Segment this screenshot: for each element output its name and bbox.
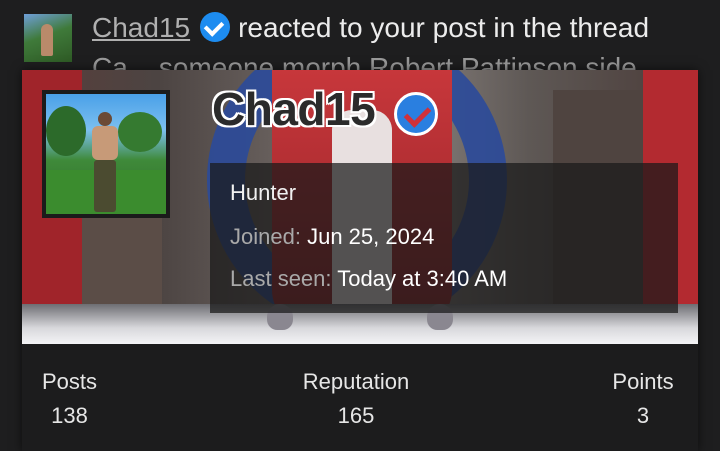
- notification-row[interactable]: Chad15 reacted to your post in the thread…: [0, 0, 720, 70]
- profile-avatar[interactable]: [42, 90, 170, 218]
- last-seen: Last seen: Today at 3:40 AM: [230, 265, 507, 293]
- stat-value: 165: [337, 403, 375, 428]
- stat-label: Posts: [42, 369, 98, 394]
- notification-action-text: reacted to your post in the thread: [238, 12, 650, 43]
- profile-banner: Chad15 Hunter Joined: Jun 25, 2024 Last …: [22, 70, 698, 344]
- verified-badge-icon: [394, 92, 438, 136]
- notification-text: Chad15 reacted to your post in the thread: [92, 10, 712, 46]
- stat-value: 3: [636, 403, 650, 428]
- stat-posts[interactable]: Posts 138: [42, 368, 97, 430]
- stat-reputation[interactable]: Reputation 165: [298, 368, 414, 430]
- joined-date: Joined: Jun 25, 2024: [230, 223, 434, 251]
- verified-badge-icon: [200, 12, 231, 42]
- avatar-figure: [41, 24, 53, 56]
- user-title: Hunter: [230, 180, 297, 205]
- profile-stats: Posts 138 Reputation 165 Points 3: [22, 344, 698, 451]
- profile-username[interactable]: Chad15: [212, 82, 376, 136]
- stat-label: Points: [612, 369, 674, 394]
- joined-value: Jun 25, 2024: [307, 224, 435, 249]
- notification-username-link[interactable]: Chad15: [92, 12, 190, 43]
- notification-avatar[interactable]: [24, 14, 72, 62]
- notification-thread-link[interactable]: Ca... someone morph Robert Pattinson sid…: [92, 50, 692, 70]
- stat-label: Reputation: [302, 369, 410, 394]
- last-seen-value: Today at 3:40 AM: [337, 266, 508, 291]
- stat-points[interactable]: Points 3: [608, 368, 678, 430]
- stat-value: 138: [51, 403, 88, 428]
- profile-info-panel: Hunter Joined: Jun 25, 2024 Last seen: T…: [210, 163, 678, 313]
- member-tooltip-card: Chad15 Hunter Joined: Jun 25, 2024 Last …: [22, 70, 698, 451]
- last-seen-label: Last seen:: [230, 266, 332, 291]
- joined-label: Joined:: [230, 224, 301, 249]
